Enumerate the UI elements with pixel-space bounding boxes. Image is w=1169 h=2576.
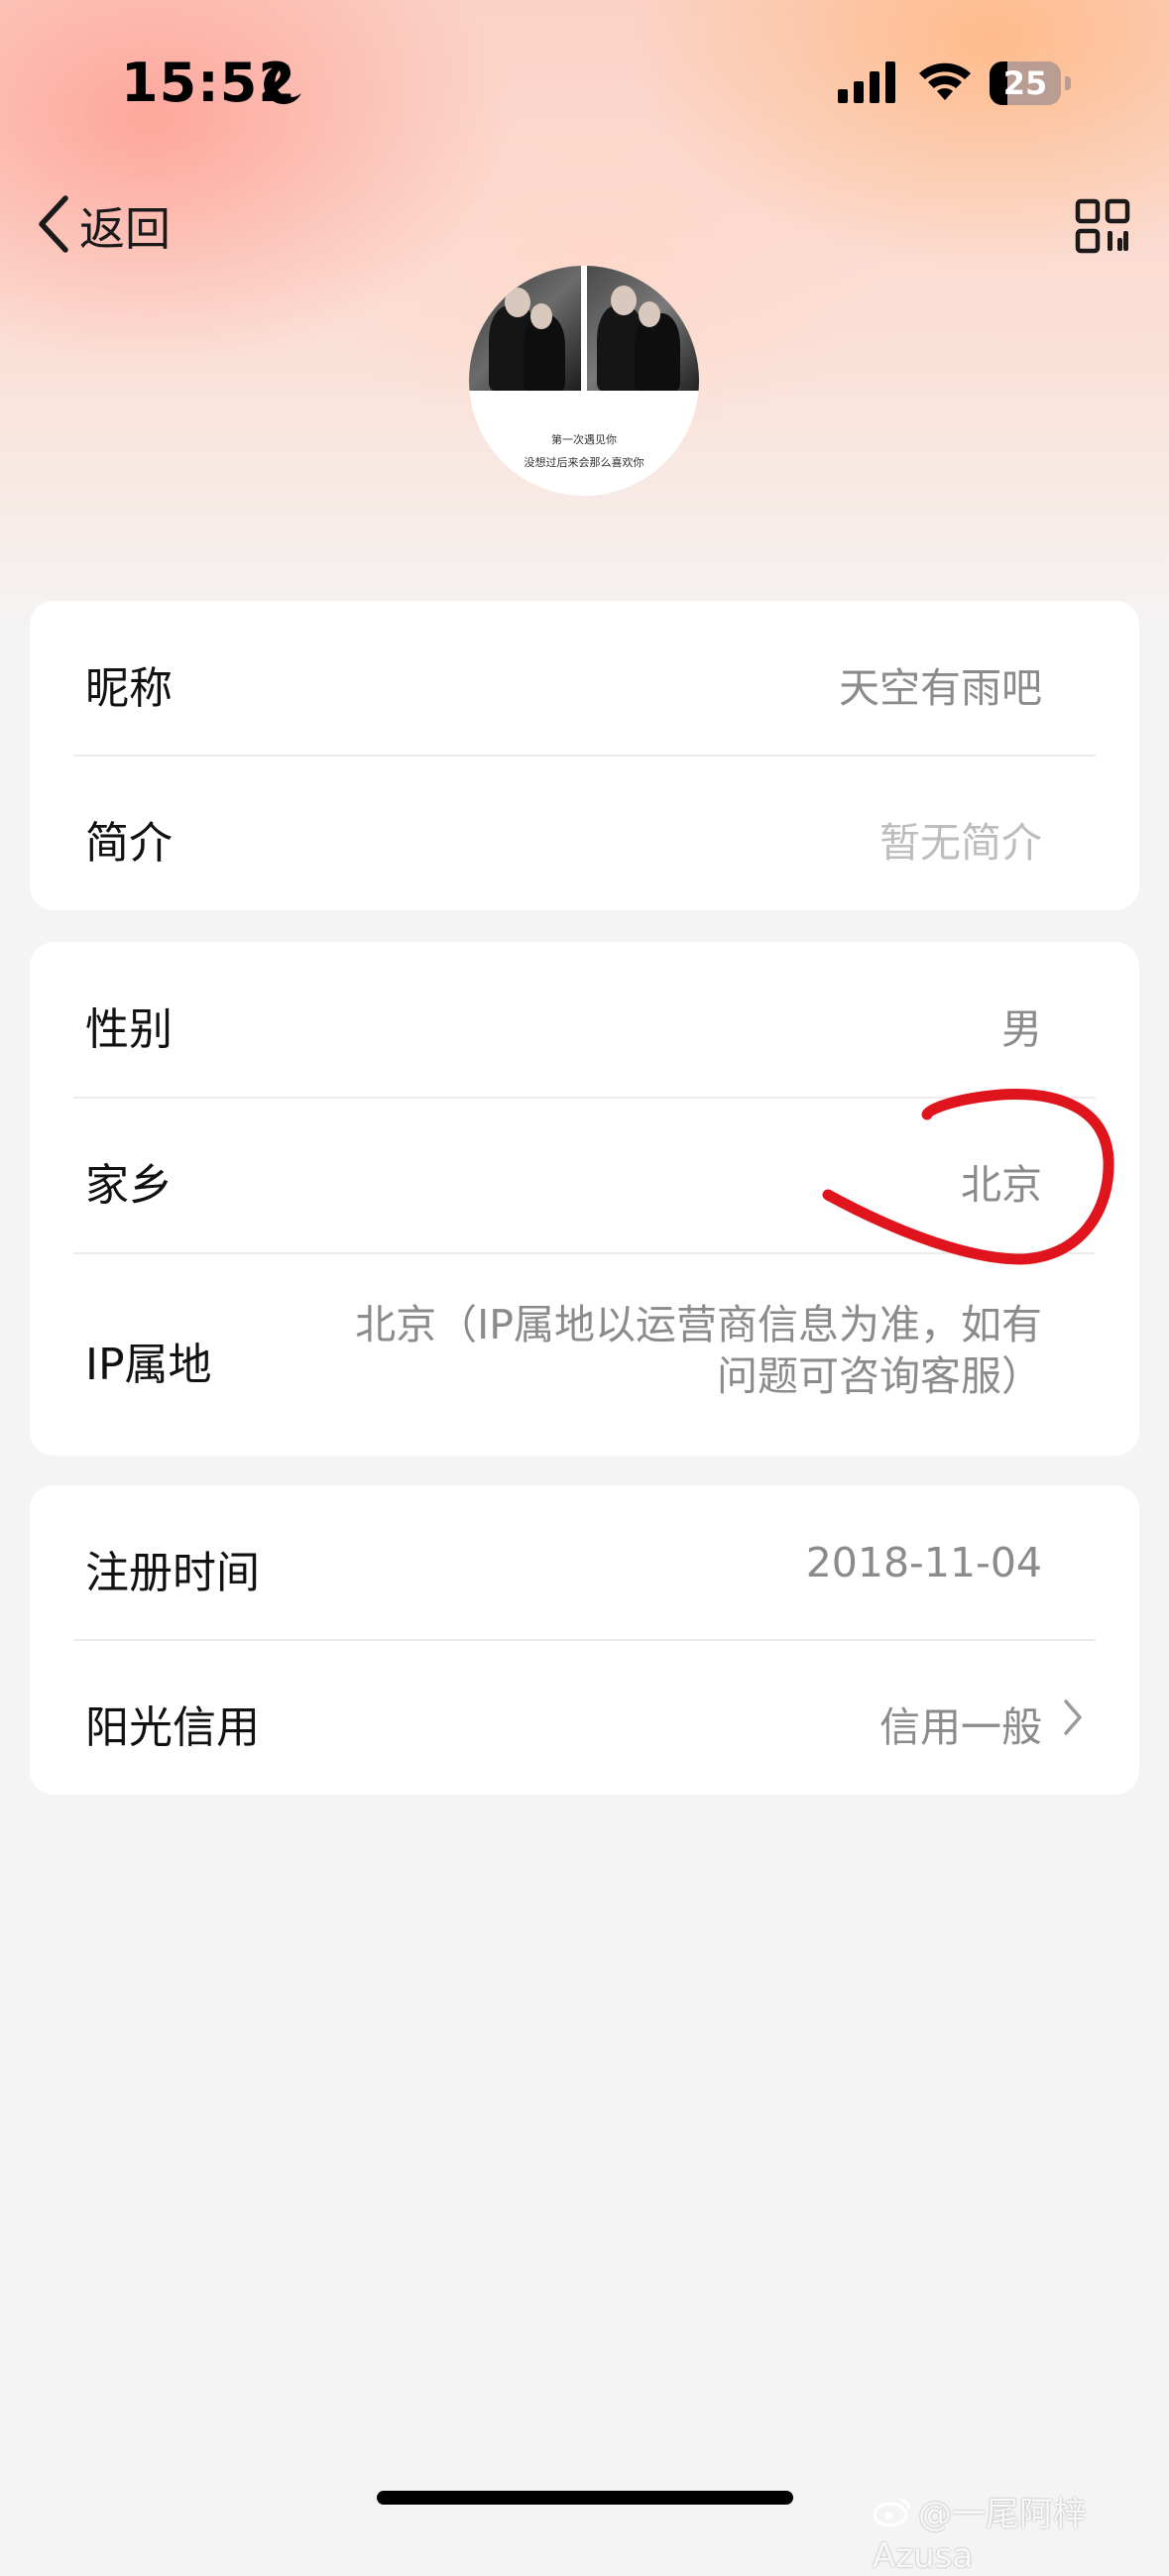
ip-location-value: 北京（IP属地以运营商信息为准，如有 问题可咨询客服） — [269, 1299, 1042, 1402]
bio-label: 简介 — [85, 818, 173, 869]
chevron-left-icon — [34, 194, 73, 258]
avatar-caption-line1: 第一次遇见你 — [551, 433, 617, 446]
chevron-right-icon — [1062, 1698, 1084, 1741]
ip-location-row: IP属地 北京（IP属地以运营商信息为准，如有 问题可咨询客服） — [30, 1253, 1139, 1456]
bio-value: 暂无简介 — [879, 819, 1042, 867]
ip-location-value-line1: 北京（IP属地以运营商信息为准，如有 — [355, 1301, 1042, 1348]
gender-value: 男 — [1001, 1005, 1042, 1053]
wifi-icon — [916, 59, 974, 107]
avatar-photo-right — [587, 266, 699, 391]
nickname-value: 天空有雨吧 — [839, 664, 1042, 712]
back-label: 返回 — [79, 202, 171, 256]
back-button[interactable]: 返回 — [34, 194, 171, 258]
bio-row[interactable]: 简介 暂无简介 — [30, 756, 1139, 910]
nickname-row[interactable]: 昵称 天空有雨吧 — [30, 601, 1139, 756]
home-indicator — [377, 2491, 793, 2505]
gender-row[interactable]: 性别 男 — [30, 942, 1139, 1098]
weibo-icon — [873, 2496, 912, 2536]
basic-info-card: 昵称 天空有雨吧 简介 暂无简介 — [30, 601, 1139, 910]
ip-location-value-line2: 问题可咨询客服） — [717, 1352, 1042, 1400]
sunshine-credit-value: 信用一般 — [879, 1703, 1042, 1751]
nickname-label: 昵称 — [85, 663, 173, 714]
status-bar: 15:52 25 — [0, 0, 1169, 175]
moon-icon — [260, 61, 305, 111]
qr-code-button[interactable] — [1075, 198, 1130, 254]
register-time-row: 注册时间 2018-11-04 — [30, 1485, 1139, 1640]
battery-icon: 25 — [990, 61, 1073, 105]
register-time-label: 注册时间 — [85, 1548, 260, 1598]
avatar[interactable]: 第一次遇见你 没想过后来会那么喜欢你 — [469, 266, 699, 496]
avatar-photo-left — [469, 266, 581, 391]
sunshine-credit-label: 阳光信用 — [85, 1702, 260, 1753]
register-time-value: 2018-11-04 — [805, 1539, 1042, 1586]
red-circle-annotation — [822, 1089, 1114, 1265]
battery-level: 25 — [1002, 64, 1048, 102]
sunshine-credit-row[interactable]: 阳光信用 信用一般 — [30, 1640, 1139, 1795]
account-info-card: 注册时间 2018-11-04 阳光信用 信用一般 — [30, 1485, 1139, 1795]
hometown-label: 家乡 — [85, 1160, 173, 1211]
signal-icon — [838, 61, 897, 107]
watermark: @一尾阿梓Azusa — [873, 2487, 1169, 2576]
qr-code-icon — [1075, 198, 1130, 254]
ip-location-label: IP属地 — [85, 1340, 212, 1390]
gender-label: 性别 — [85, 1004, 173, 1055]
avatar-caption-line2: 没想过后来会那么喜欢你 — [524, 456, 644, 469]
